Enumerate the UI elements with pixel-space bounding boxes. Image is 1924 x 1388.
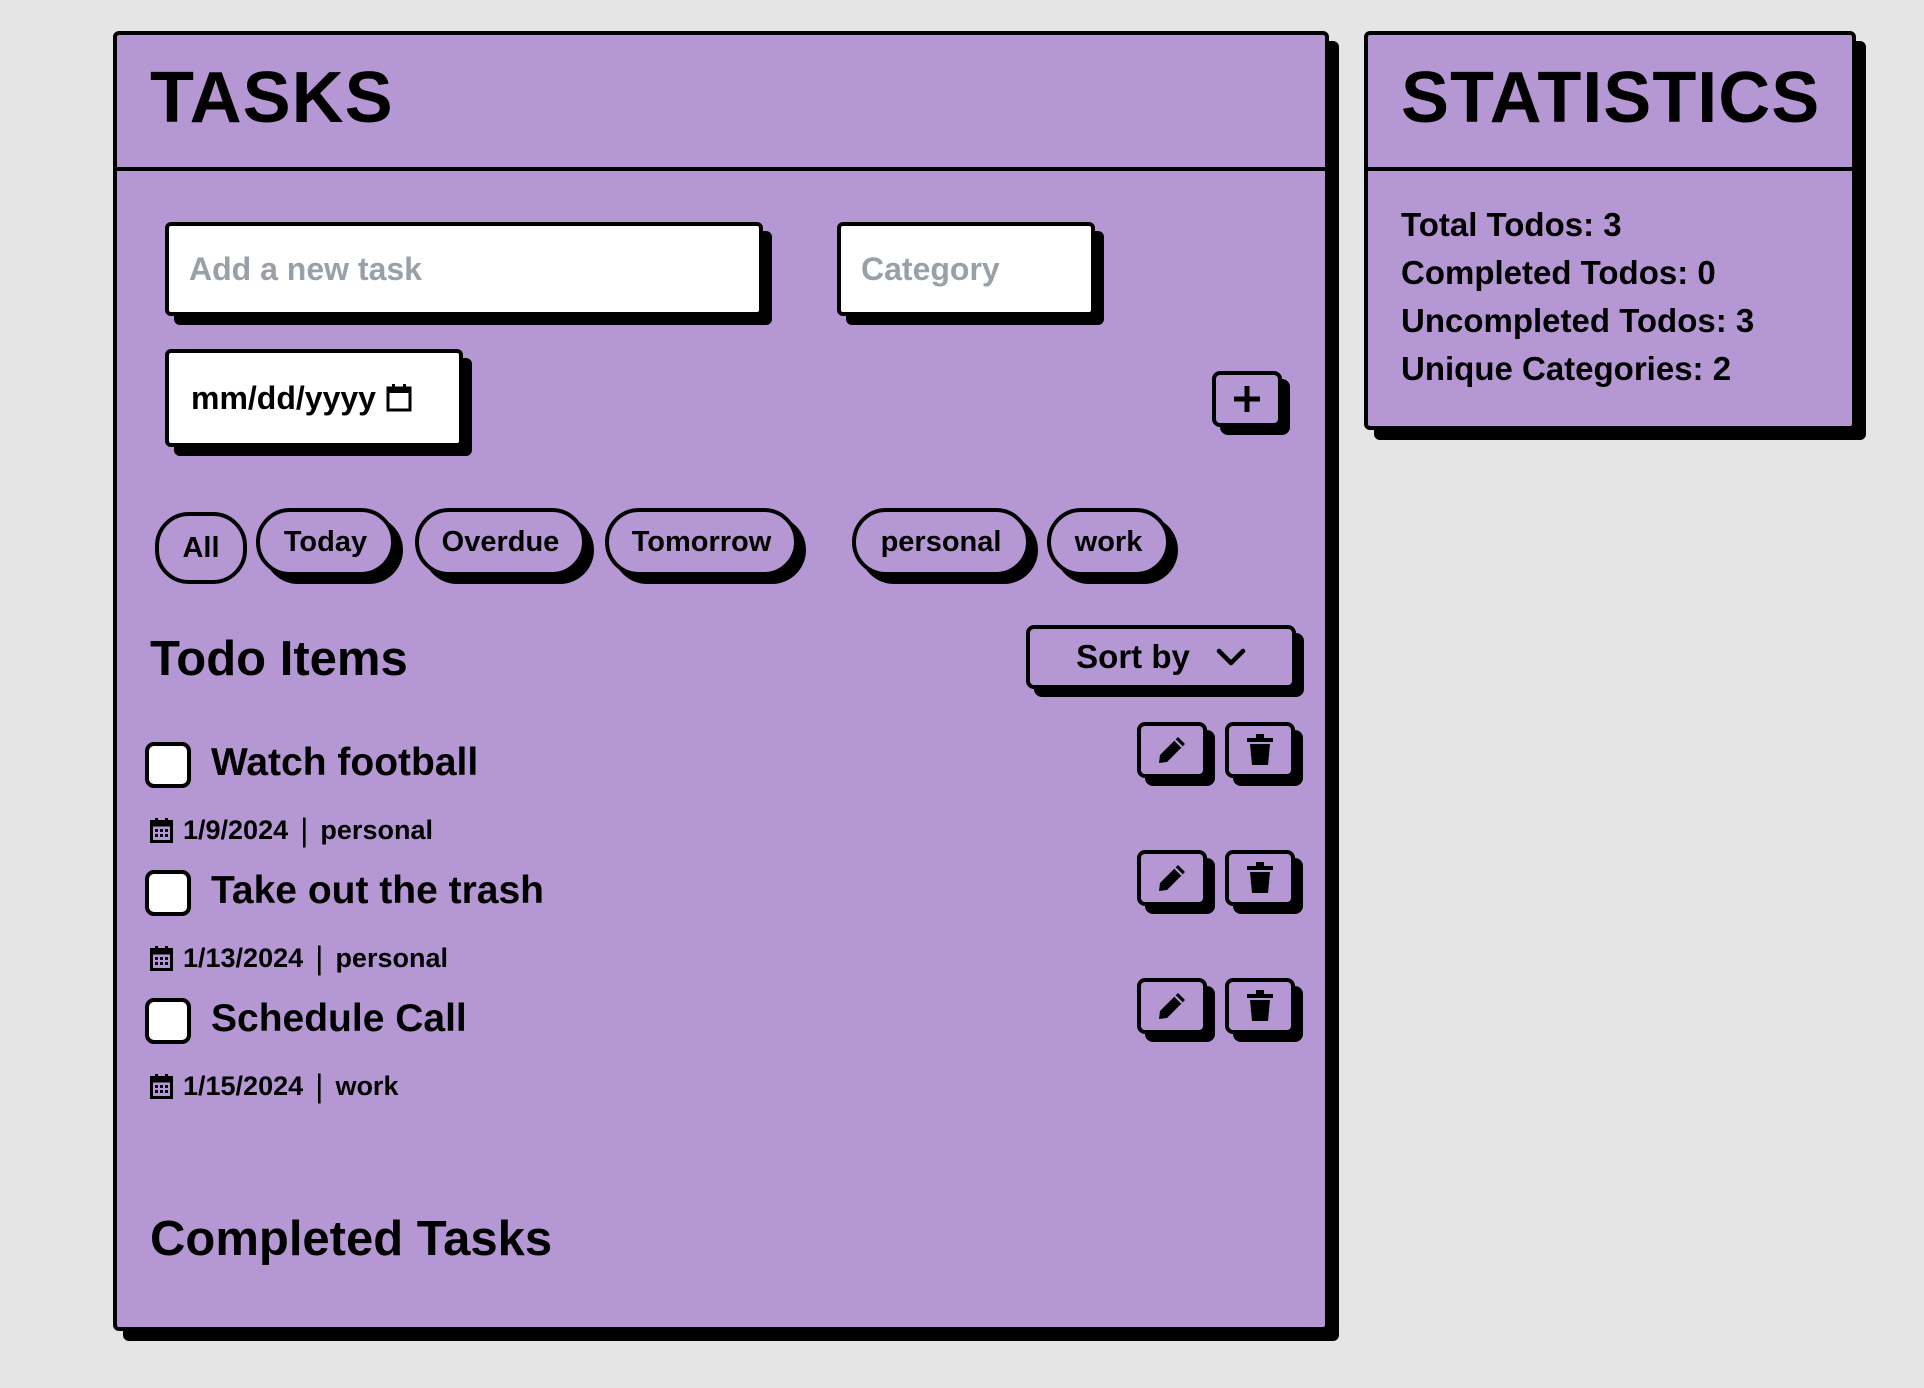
todo-meta: 1/15/2024 | work <box>150 1068 398 1105</box>
todo-checkbox[interactable] <box>145 998 191 1044</box>
chevron-down-icon <box>1216 648 1246 666</box>
todo-category: work <box>335 1071 399 1101</box>
todo-date: 1/9/2024 <box>183 815 289 845</box>
separator: | <box>315 940 324 976</box>
tasks-header: TASKS <box>117 35 1325 171</box>
task-input[interactable]: Add a new task <box>165 222 763 316</box>
statistics-panel: STATISTICS Total Todos: 3 Completed Todo… <box>1364 31 1856 430</box>
category-personal-label: personal <box>880 525 1002 558</box>
calendar-icon <box>150 1074 183 1099</box>
tasks-panel: TASKS Add a new task Category mm/dd/yyyy <box>113 31 1329 1331</box>
todo-category: personal <box>320 815 433 845</box>
separator: | <box>300 812 309 848</box>
category-input-placeholder: Category <box>861 250 1000 287</box>
todo-checkbox[interactable] <box>145 870 191 916</box>
todo-date: 1/13/2024 <box>183 943 304 973</box>
category-input[interactable]: Category <box>837 222 1095 316</box>
todo-category: personal <box>335 943 448 973</box>
sort-label: Sort by <box>1076 638 1190 675</box>
todo-date: 1/15/2024 <box>183 1071 304 1101</box>
stat-uncompleted-todos: Uncompleted Todos: 3 <box>1401 302 1755 339</box>
todo-checkbox[interactable] <box>145 742 191 788</box>
todo-meta: 1/9/2024 | personal <box>150 812 433 849</box>
date-input[interactable]: mm/dd/yyyy <box>165 349 463 447</box>
trash-icon <box>1246 734 1274 766</box>
category-work-button[interactable]: work <box>1047 508 1170 576</box>
sort-dropdown[interactable]: Sort by <box>1026 625 1296 689</box>
date-input-value: mm/dd/yyyy <box>191 379 376 416</box>
trash-icon <box>1246 862 1274 894</box>
pencil-icon <box>1156 862 1188 894</box>
statistics-title: STATISTICS <box>1401 58 1821 138</box>
completed-tasks-heading: Completed Tasks <box>150 1212 553 1266</box>
filter-tomorrow-button[interactable]: Tomorrow <box>605 508 798 576</box>
statistics-header: STATISTICS <box>1368 35 1852 171</box>
calendar-icon <box>150 946 183 971</box>
edit-button[interactable] <box>1137 850 1207 906</box>
category-work-label: work <box>1074 525 1143 558</box>
filter-all-label: All <box>182 531 220 564</box>
pencil-icon <box>1156 990 1188 1022</box>
edit-button[interactable] <box>1137 978 1207 1034</box>
filter-today-button[interactable]: Today <box>256 508 395 576</box>
tasks-title: TASKS <box>150 58 394 138</box>
filter-today-label: Today <box>283 525 368 558</box>
todo-items-heading: Todo Items <box>150 632 408 686</box>
trash-icon <box>1246 990 1274 1022</box>
add-task-button[interactable] <box>1212 371 1282 427</box>
todo-title: Take out the trash <box>211 869 545 912</box>
calendar-icon[interactable] <box>386 384 412 412</box>
filter-all-button[interactable]: All <box>155 512 247 584</box>
plus-icon <box>1232 384 1262 414</box>
stat-unique-categories: Unique Categories: 2 <box>1401 350 1732 387</box>
stat-total-todos: Total Todos: 3 <box>1401 206 1622 243</box>
todo-title: Watch football <box>211 741 479 784</box>
stat-completed-todos: Completed Todos: 0 <box>1401 254 1716 291</box>
filter-overdue-label: Overdue <box>441 525 560 558</box>
delete-button[interactable] <box>1225 850 1295 906</box>
separator: | <box>315 1068 324 1104</box>
pencil-icon <box>1156 734 1188 766</box>
task-input-placeholder: Add a new task <box>189 250 422 287</box>
todo-meta: 1/13/2024 | personal <box>150 940 448 977</box>
calendar-icon <box>150 818 183 843</box>
todo-title: Schedule Call <box>211 997 467 1040</box>
delete-button[interactable] <box>1225 722 1295 778</box>
filter-overdue-button[interactable]: Overdue <box>415 508 586 576</box>
filter-tomorrow-label: Tomorrow <box>631 525 772 558</box>
statistics-list: Total Todos: 3 Completed Todos: 0 Uncomp… <box>1368 171 1852 393</box>
edit-button[interactable] <box>1137 722 1207 778</box>
delete-button[interactable] <box>1225 978 1295 1034</box>
category-personal-button[interactable]: personal <box>852 508 1030 576</box>
